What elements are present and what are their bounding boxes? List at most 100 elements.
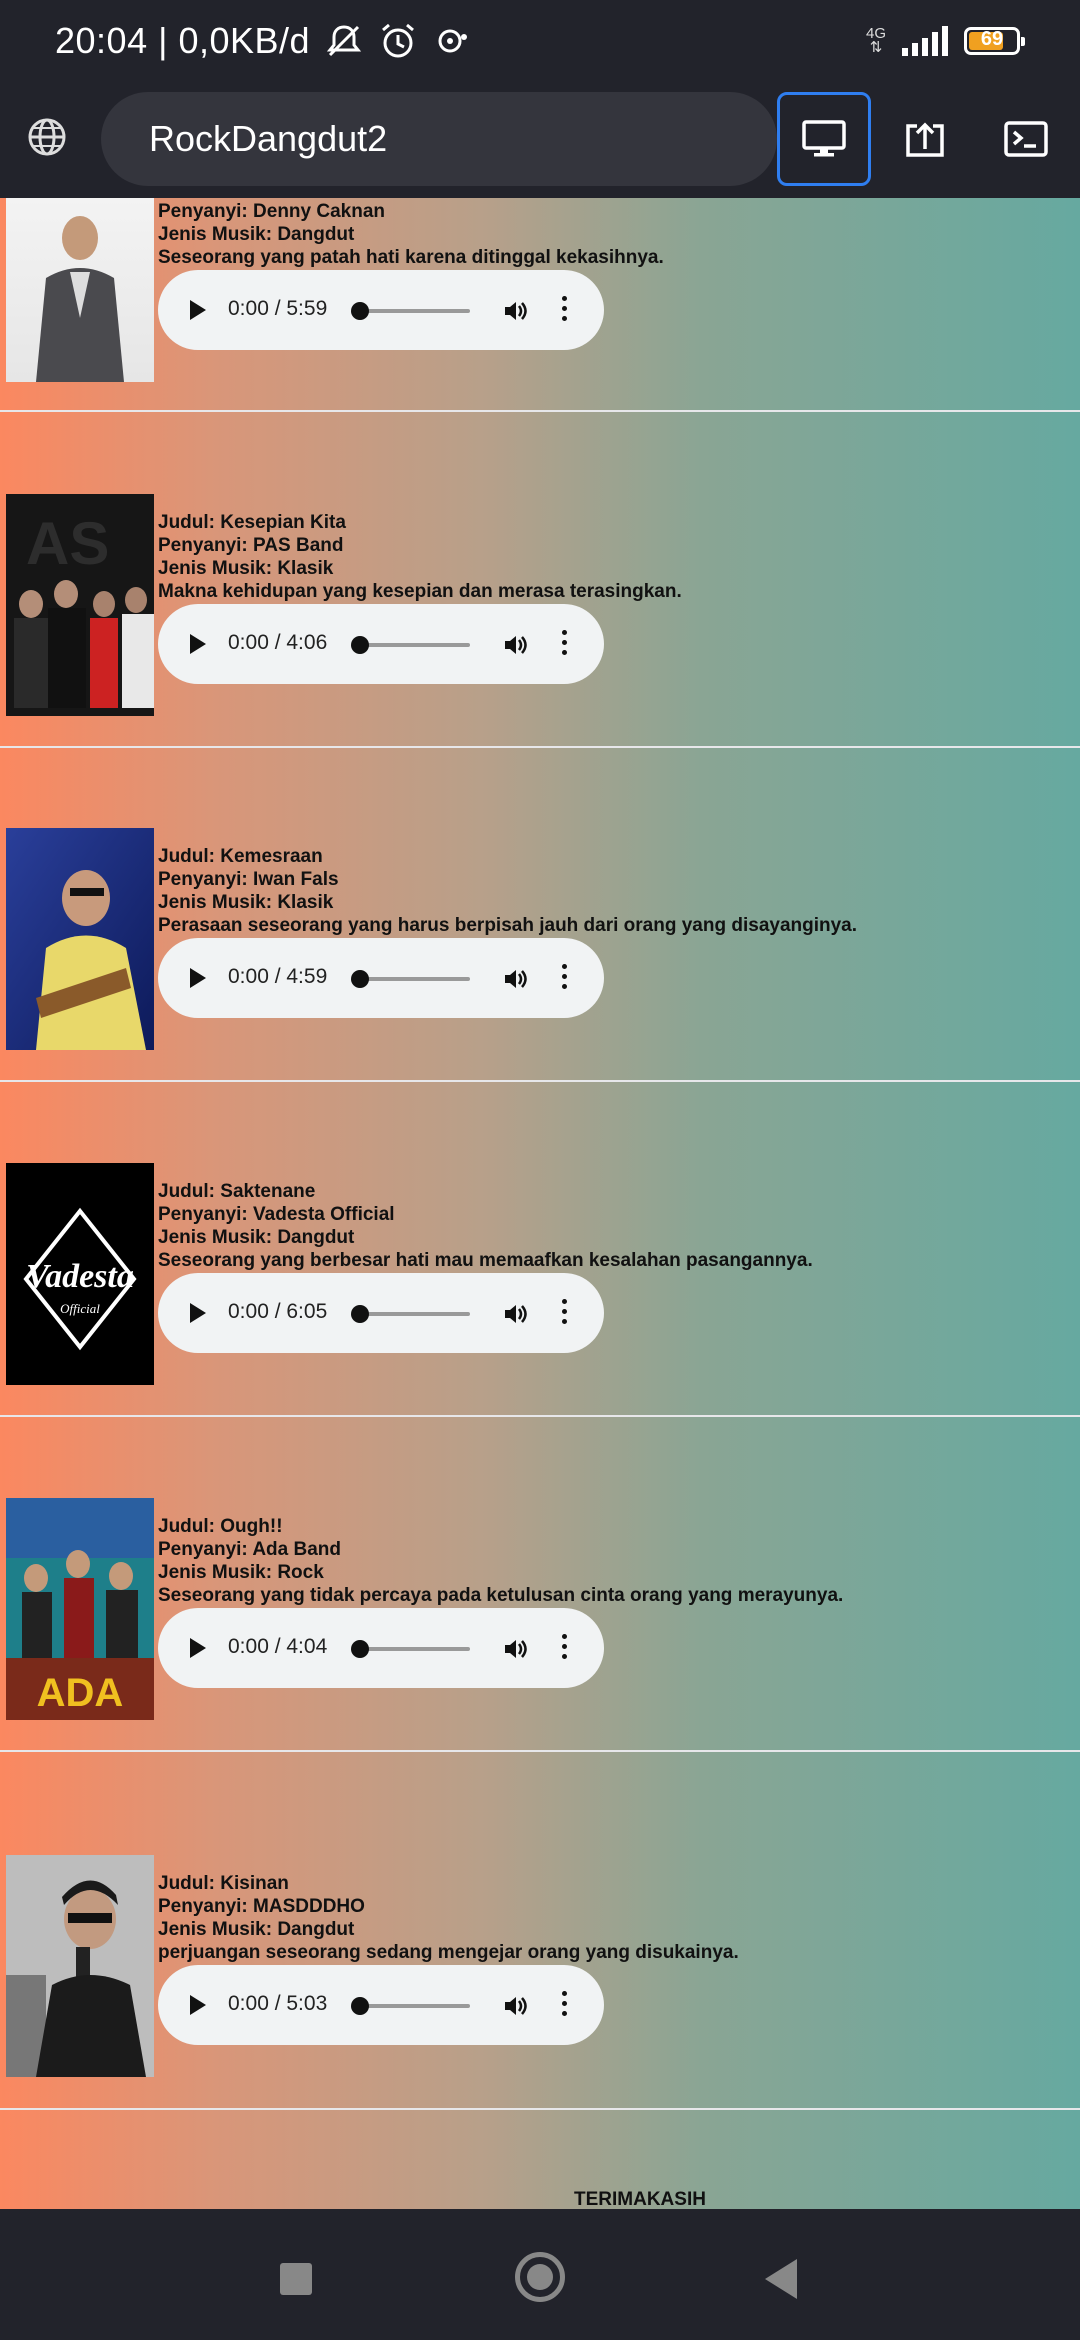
more-options-icon[interactable] — [562, 1299, 568, 1327]
song-info: Judul: Kesepian Kita Penyanyi: PAS Band … — [158, 511, 682, 603]
volume-icon[interactable] — [503, 632, 529, 658]
network-indicator: 4G ⇅ — [866, 26, 886, 56]
progress-thumb[interactable] — [351, 1640, 369, 1658]
volume-icon[interactable] — [503, 966, 529, 992]
album-cover — [6, 1855, 154, 2077]
song-info: Judul: Ough!! Penyanyi: Ada Band Jenis M… — [158, 1515, 843, 1607]
song-description: perjuangan seseorang sedang mengejar ora… — [158, 1942, 739, 1963]
page-title-bar[interactable]: RockDangdut2 — [101, 92, 777, 186]
alarm-icon — [382, 23, 415, 58]
more-options-icon[interactable] — [562, 296, 568, 324]
play-icon[interactable] — [190, 1303, 206, 1323]
song-info: Judul: Kisinan Penyanyi: MASDDDHO Jenis … — [158, 1872, 739, 1964]
audio-time: 0:00 / 4:59 — [228, 965, 328, 988]
song-genre: Jenis Musik: Dangdut — [158, 1227, 355, 1248]
progress-track[interactable] — [358, 1312, 470, 1316]
song-info: Judul: Kemesraan Penyanyi: Iwan Fals Jen… — [158, 845, 857, 937]
battery-level: 69 — [980, 28, 1004, 50]
vadesta-logo: Vadesta Official — [6, 1163, 154, 1385]
monitor-icon — [802, 120, 846, 157]
progress-thumb[interactable] — [351, 302, 369, 320]
progress-thumb[interactable] — [351, 636, 369, 654]
back-button[interactable] — [765, 2259, 797, 2299]
page-content[interactable]: Penyanyi: Denny Caknan Jenis Musik: Dang… — [0, 198, 1080, 2209]
desktop-mode-button[interactable] — [777, 92, 871, 186]
progress-thumb[interactable] — [351, 1305, 369, 1323]
progress-thumb[interactable] — [351, 970, 369, 988]
divider — [0, 1080, 1080, 1082]
audio-player: 0:00 / 5:03 — [158, 1965, 604, 2045]
band-photo: ADA — [6, 1498, 154, 1720]
more-options-icon[interactable] — [562, 1991, 568, 2019]
terminal-button[interactable] — [979, 92, 1073, 186]
album-cover — [6, 198, 154, 382]
song-singer: Penyanyi: Vadesta Official — [158, 1204, 395, 1225]
song-description: Makna kehidupan yang kesepian dan merasa… — [158, 581, 682, 602]
more-options-icon[interactable] — [562, 964, 568, 992]
singer-photo — [6, 828, 154, 1050]
audio-player: 0:00 / 4:06 — [158, 604, 604, 684]
recents-button[interactable] — [280, 2263, 312, 2295]
audio-time: 0:00 / 4:06 — [228, 631, 328, 654]
song-description: Seseorang yang tidak percaya pada ketulu… — [158, 1585, 844, 1606]
more-options-icon[interactable] — [562, 1634, 568, 1662]
audio-time: 0:00 / 5:03 — [228, 1992, 328, 2015]
album-cover — [6, 828, 154, 1050]
progress-thumb[interactable] — [351, 1997, 369, 2015]
svg-text:ADA: ADA — [37, 1671, 124, 1715]
audio-player: 0:00 / 4:04 — [158, 1608, 604, 1688]
system-nav-bar — [0, 2209, 1080, 2340]
band-photo: AS — [6, 494, 154, 716]
more-options-icon[interactable] — [562, 630, 568, 658]
play-icon[interactable] — [190, 968, 206, 988]
home-button[interactable] — [515, 2252, 565, 2302]
data-arrows-icon: ⇅ — [869, 39, 883, 56]
song-genre: Jenis Musik: Rock — [158, 1562, 324, 1583]
battery-icon: 69 — [964, 27, 1025, 55]
divider — [0, 1415, 1080, 1417]
song-title: Judul: Kisinan — [158, 1873, 289, 1894]
progress-track[interactable] — [358, 977, 470, 981]
play-icon[interactable] — [190, 634, 206, 654]
mute-bell-icon — [326, 25, 362, 57]
svg-text:AS: AS — [26, 510, 109, 577]
terminal-icon — [1004, 121, 1048, 157]
song-title: Judul: Ough!! — [158, 1516, 283, 1537]
progress-track[interactable] — [358, 2004, 470, 2008]
audio-player: 0:00 / 6:05 — [158, 1273, 604, 1353]
volume-icon[interactable] — [503, 1636, 529, 1662]
song-title: Judul: Kesepian Kita — [158, 512, 346, 533]
status-bar: 20:04 | 0,0KB/d 4G ⇅ 69 — [0, 0, 1080, 92]
song-singer: Penyanyi: MASDDDHO — [158, 1896, 365, 1917]
svg-text:Official: Official — [60, 1301, 100, 1316]
sync-icon — [438, 29, 468, 53]
song-singer: Penyanyi: PAS Band — [158, 535, 344, 556]
svg-text:Vadesta: Vadesta — [26, 1258, 134, 1295]
volume-icon[interactable] — [503, 1993, 529, 2019]
page-title: RockDangdut2 — [149, 118, 388, 159]
progress-track[interactable] — [358, 643, 470, 647]
audio-time: 0:00 / 6:05 — [228, 1300, 328, 1323]
album-cover: Vadesta Official — [6, 1163, 154, 1385]
singer-photo — [6, 1855, 154, 2077]
song-genre: Jenis Musik: Klasik — [158, 892, 334, 913]
play-icon[interactable] — [190, 1995, 206, 2015]
album-cover: AS — [6, 494, 154, 716]
divider — [0, 746, 1080, 748]
audio-time: 0:00 / 4:04 — [228, 1635, 328, 1658]
open-in-browser-icon — [906, 122, 944, 157]
song-description: Seseorang yang berbesar hati mau memaafk… — [158, 1250, 813, 1271]
volume-icon[interactable] — [503, 1301, 529, 1327]
status-time: 20:04 | 0,0KB/d — [55, 20, 311, 61]
volume-icon[interactable] — [503, 298, 529, 324]
play-icon[interactable] — [190, 1638, 206, 1658]
progress-track[interactable] — [358, 1647, 470, 1651]
status-right: 4G ⇅ 69 — [866, 26, 1025, 56]
song-title: Judul: Saktenane — [158, 1181, 316, 1202]
progress-track[interactable] — [358, 309, 470, 313]
open-external-button[interactable] — [878, 92, 972, 186]
globe-icon[interactable] — [26, 116, 68, 158]
browser-toolbar: RockDangdut2 — [0, 92, 1080, 198]
song-genre: Jenis Musik: Dangdut — [158, 1919, 355, 1940]
play-icon[interactable] — [190, 300, 206, 320]
